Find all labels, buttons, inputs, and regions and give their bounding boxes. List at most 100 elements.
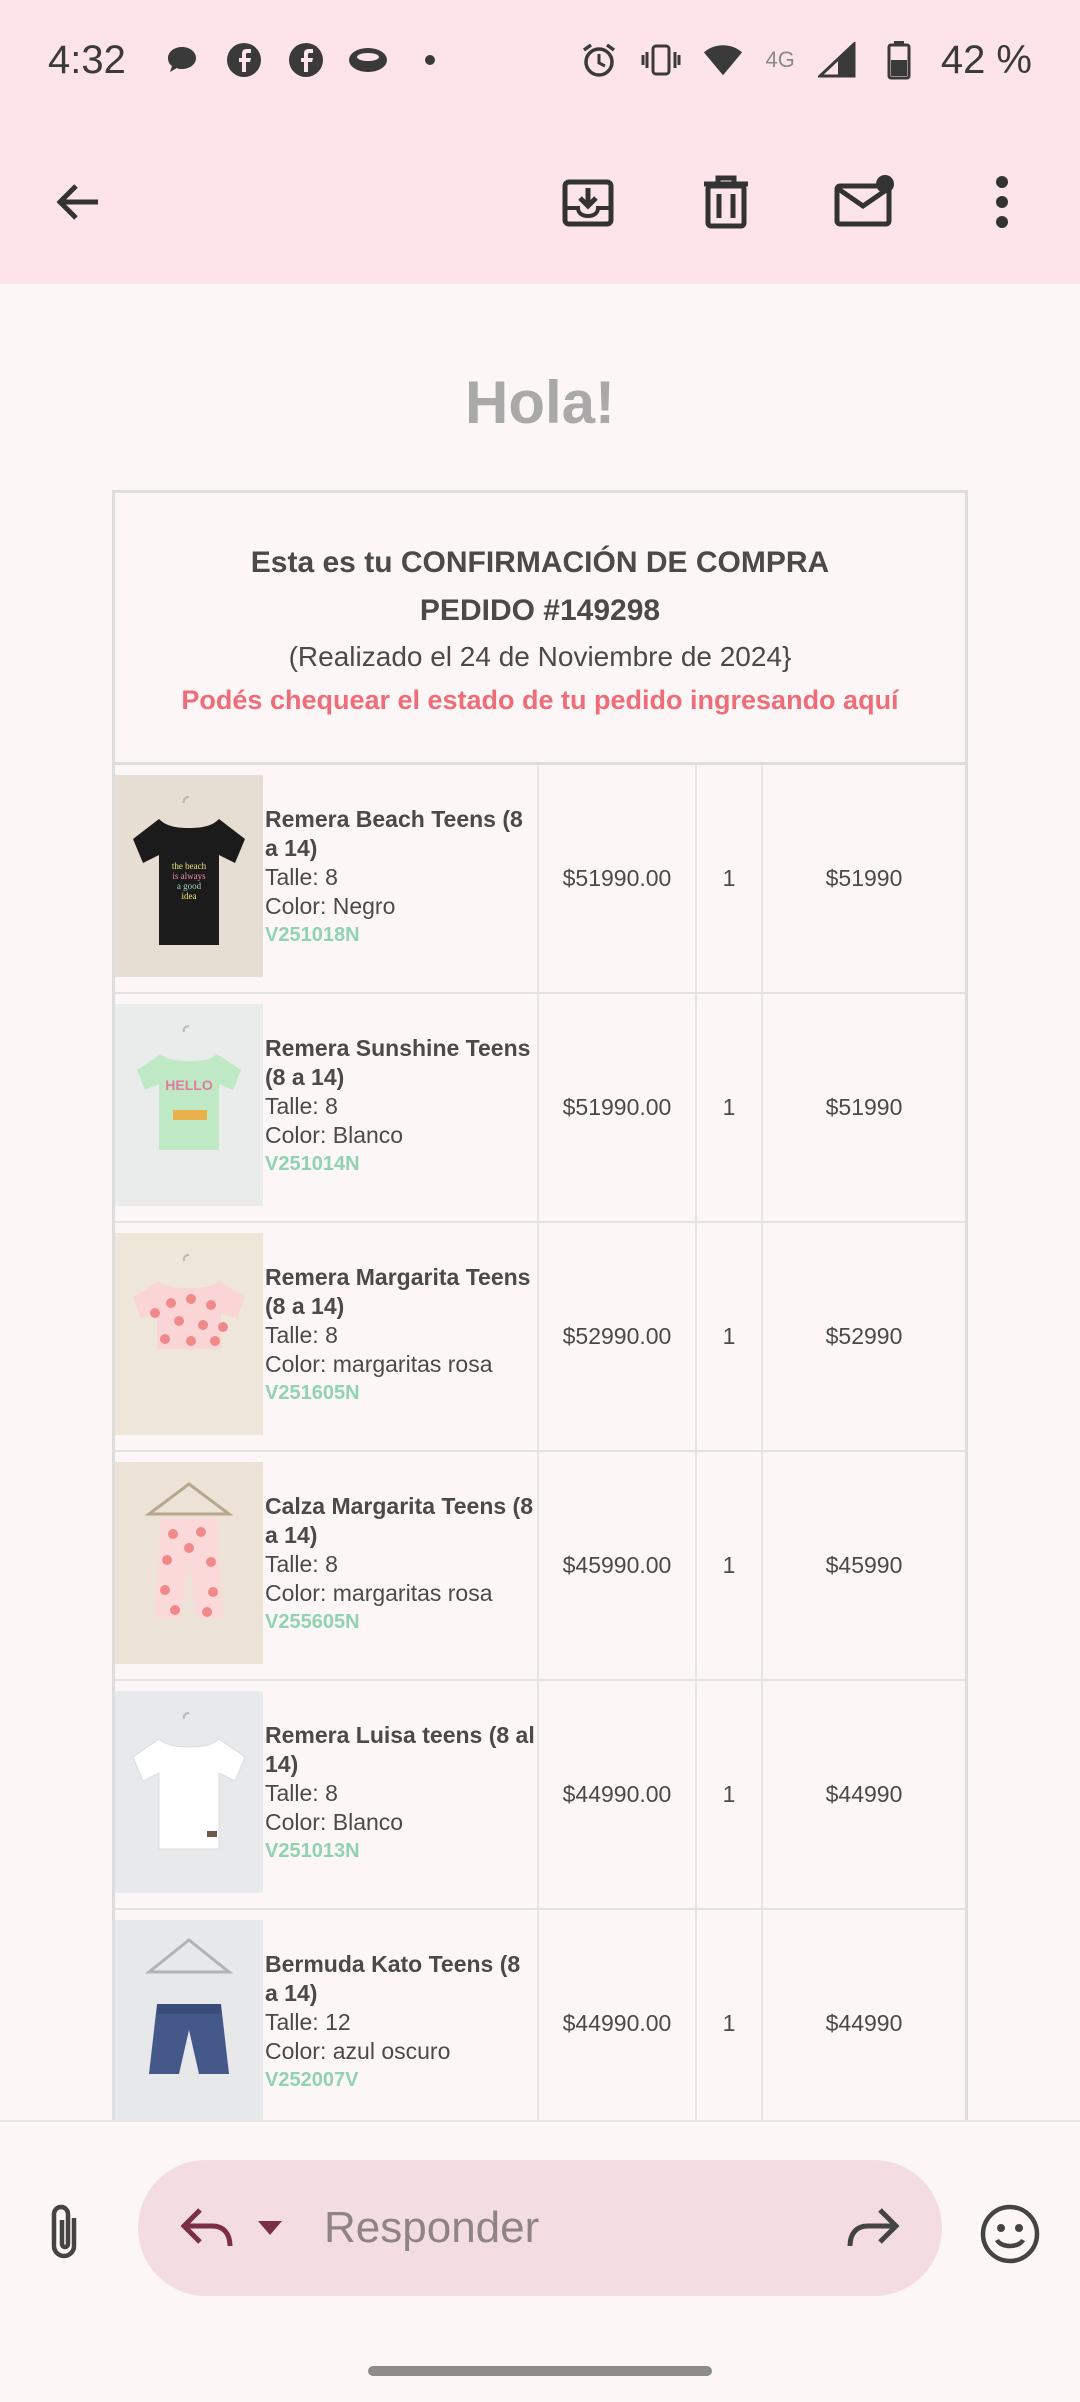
- line-total: $44990: [825, 2010, 903, 2036]
- product-color: Color: Negro: [265, 893, 396, 919]
- order-card: Esta es tu CONFIRMACIÓN DE COMPRA PEDIDO…: [112, 490, 968, 2120]
- alarm-icon: [579, 40, 619, 80]
- product-size: Talle: 8: [265, 1093, 338, 1119]
- attach-button[interactable]: [36, 2202, 96, 2262]
- svg-text:is always: is always: [172, 871, 206, 881]
- home-indicator[interactable]: [368, 2366, 712, 2376]
- confirmation-header: Esta es tu CONFIRMACIÓN DE COMPRA PEDIDO…: [115, 493, 965, 765]
- product-description: Calza Margarita Teens (8 a 14) Talle: 8 …: [265, 1492, 535, 1637]
- order-item-row: Calza Margarita Teens (8 a 14) Talle: 8 …: [115, 1452, 965, 1681]
- product-color: Color: azul oscuro: [265, 2038, 451, 2064]
- product-image-luisa-tee[interactable]: [115, 1691, 263, 1893]
- product-size: Talle: 8: [265, 1322, 338, 1348]
- product-sku: V255605N: [265, 1611, 360, 1633]
- forward-icon: [847, 2208, 900, 2247]
- product-sku: V251018N: [265, 924, 360, 946]
- order-number: PEDIDO #149298: [419, 594, 661, 627]
- product-color: Color: Blanco: [265, 1122, 404, 1148]
- product-color: Color: margaritas rosa: [265, 1580, 493, 1606]
- mark-unread-button[interactable]: [826, 164, 902, 240]
- reply-bar: Responder: [0, 2120, 1080, 2402]
- product-description: Remera Sunshine Teens (8 a 14) Talle: 8 …: [265, 1034, 535, 1179]
- product-sku: V251605N: [265, 1382, 360, 1404]
- product-description: Remera Margarita Teens (8 a 14) Talle: 8…: [265, 1263, 535, 1408]
- reply-icon: [180, 2208, 233, 2247]
- email-toolbar: [0, 120, 1080, 284]
- facebook-icon: [286, 40, 326, 80]
- product-size: Talle: 8: [265, 864, 338, 890]
- forward-button[interactable]: [842, 2198, 902, 2258]
- status-time: 4:32: [48, 37, 126, 82]
- reply-input[interactable]: Responder: [324, 2192, 539, 2264]
- quantity: 1: [722, 1323, 736, 1349]
- greeting: Hola!: [465, 369, 615, 436]
- product-size: Talle: 8: [265, 1780, 338, 1806]
- order-item-row: HELLO Remera Sunshine Teens (8 a 14) Tal…: [115, 994, 965, 1223]
- product-name: Remera Luisa teens (8 al 14): [265, 1722, 535, 1777]
- signal-icon: [817, 40, 857, 80]
- product-color: Color: margaritas rosa: [265, 1351, 493, 1377]
- svg-text:a good: a good: [177, 881, 202, 891]
- product-image-beach-tee[interactable]: the beach is always a good idea: [115, 775, 263, 977]
- confirmation-title: Esta es tu CONFIRMACIÓN DE COMPRA: [250, 546, 830, 579]
- reply-options-button[interactable]: [256, 2218, 284, 2238]
- unit-price: $45990.00: [562, 1552, 672, 1578]
- dot-icon: [410, 40, 450, 80]
- line-total: $51990: [825, 865, 903, 891]
- product-color: Color: Blanco: [265, 1809, 404, 1835]
- reply-field[interactable]: Responder: [138, 2160, 942, 2296]
- unit-price: $44990.00: [562, 2010, 672, 2036]
- product-sku: V251014N: [265, 1153, 360, 1175]
- email-body: Hola! Esta es tu CONFIRMACIÓN DE COMPRA …: [0, 284, 1080, 2120]
- order-date: (Realizado el 24 de Noviembre de 2024}: [288, 641, 792, 672]
- product-description: Bermuda Kato Teens (8 a 14) Talle: 12 Co…: [265, 1950, 535, 2095]
- product-size: Talle: 8: [265, 1551, 338, 1577]
- quantity: 1: [722, 2010, 736, 2036]
- product-name: Remera Beach Teens (8 a 14): [265, 806, 523, 861]
- svg-text:the beach: the beach: [172, 861, 207, 871]
- order-item-row: Bermuda Kato Teens (8 a 14) Talle: 12 Co…: [115, 1910, 965, 2120]
- paperclip-icon: [51, 2204, 77, 2259]
- order-item-row: Remera Luisa teens (8 al 14) Talle: 8 Co…: [115, 1681, 965, 1910]
- battery-percent: 42 %: [940, 37, 1032, 82]
- archive-icon: [562, 179, 614, 227]
- product-image-margarita-tee[interactable]: [115, 1233, 263, 1435]
- more-vert-icon: [996, 176, 1008, 228]
- network-type: 4G: [765, 47, 795, 72]
- back-button[interactable]: [40, 164, 116, 240]
- vibrate-icon: [641, 40, 681, 80]
- status-bar: 4:32 4G 42 %: [0, 0, 1080, 120]
- line-total: $51990: [825, 1094, 903, 1120]
- quantity: 1: [722, 1781, 736, 1807]
- emoji-button[interactable]: [978, 2202, 1042, 2266]
- product-sku: V252007V: [265, 2069, 359, 2091]
- quantity: 1: [722, 1094, 736, 1120]
- notification-icons: [162, 40, 450, 80]
- more-options-button[interactable]: [964, 164, 1040, 240]
- product-name: Bermuda Kato Teens (8 a 14): [265, 1951, 521, 2006]
- product-image-kato-bermuda[interactable]: [115, 1920, 263, 2120]
- chevron-down-icon: [258, 2221, 282, 2235]
- unit-price: $52990.00: [562, 1323, 672, 1349]
- product-size: Talle: 12: [265, 2009, 351, 2035]
- svg-text:HELLO: HELLO: [165, 1077, 213, 1093]
- svg-text:idea: idea: [182, 891, 197, 901]
- unit-price: $51990.00: [562, 865, 672, 891]
- emoji-icon: [980, 2204, 1040, 2264]
- battery-icon: [879, 40, 919, 80]
- unit-price: $51990.00: [562, 1094, 672, 1120]
- order-status-link[interactable]: Podés chequear el estado de tu pedido in…: [115, 679, 965, 721]
- eye-app-icon: [348, 40, 388, 80]
- product-name: Calza Margarita Teens (8 a 14): [265, 1493, 534, 1548]
- delete-button[interactable]: [688, 164, 764, 240]
- product-description: Remera Luisa teens (8 al 14) Talle: 8 Co…: [265, 1721, 535, 1866]
- product-image-sunshine-tee[interactable]: HELLO: [115, 1004, 263, 1206]
- line-total: $45990: [825, 1552, 903, 1578]
- product-image-margarita-leggings[interactable]: [115, 1462, 263, 1664]
- system-icons: 4G 42 %: [579, 38, 1032, 83]
- wifi-icon: [703, 40, 743, 80]
- archive-button[interactable]: [550, 164, 626, 240]
- reply-button[interactable]: [178, 2198, 238, 2258]
- facebook-icon: [224, 40, 264, 80]
- product-name: Remera Sunshine Teens (8 a 14): [265, 1035, 531, 1090]
